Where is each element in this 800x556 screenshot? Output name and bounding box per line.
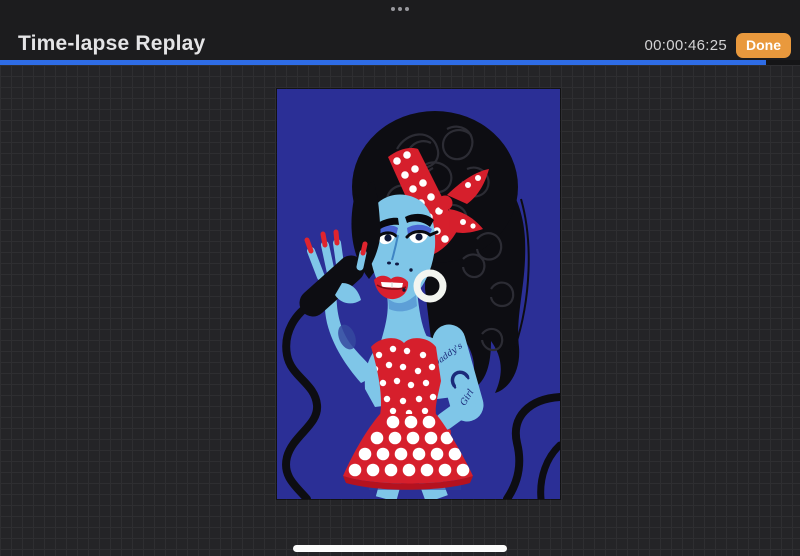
replay-timestamp: 00:00:46:25 (644, 37, 727, 54)
page-title: Time-lapse Replay (18, 32, 205, 56)
header-bar: Time-lapse Replay 00:00:46:25 Done (0, 0, 800, 60)
app-frame: Time-lapse Replay 00:00:46:25 Done (0, 0, 800, 556)
done-button[interactable]: Done (736, 33, 791, 58)
multitask-drag-handle-icon[interactable] (391, 7, 409, 11)
artwork-illustration: Daddy's Girl (277, 89, 560, 499)
dress-bodice (371, 338, 441, 416)
home-indicator[interactable] (293, 545, 507, 552)
header-right-group: 00:00:46:25 Done (644, 33, 791, 58)
artwork-canvas: Daddy's Girl (277, 89, 560, 499)
